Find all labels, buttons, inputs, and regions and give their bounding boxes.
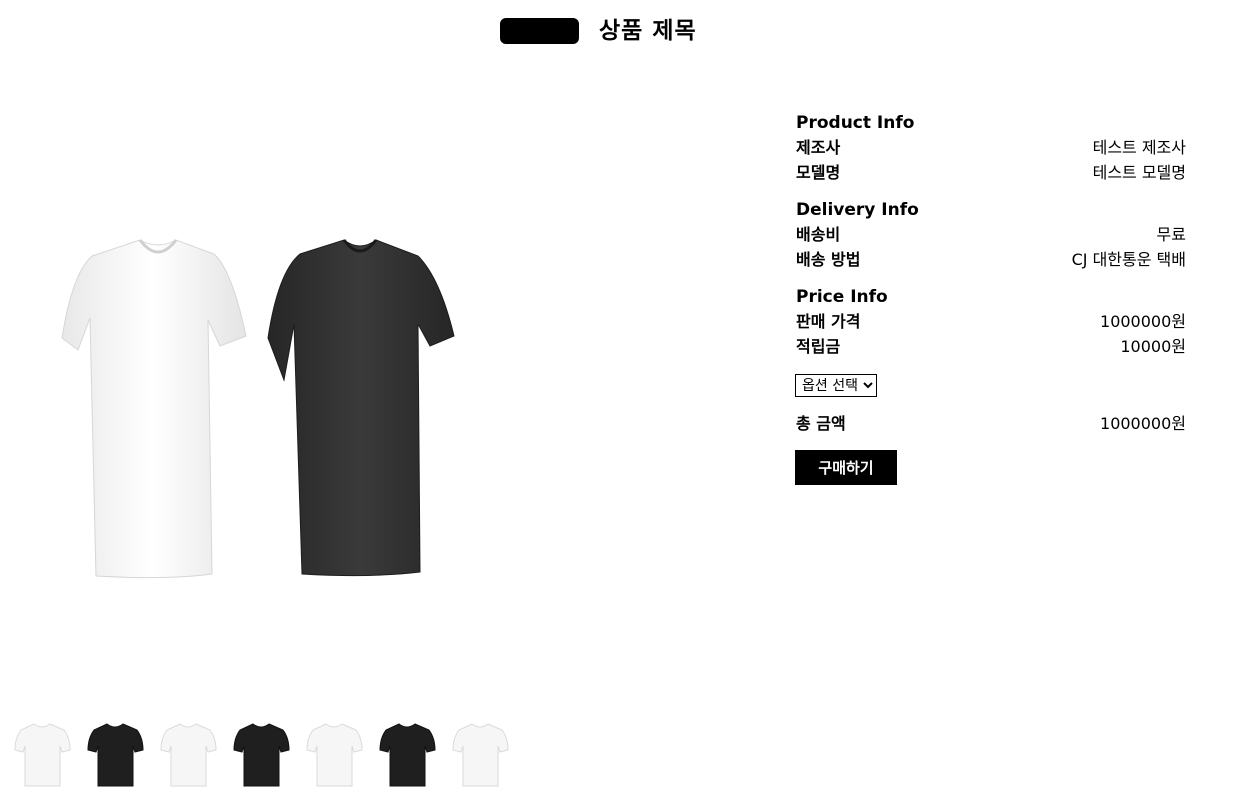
delivery-method-row: 배송 방법 CJ 대한통운 택배 — [796, 247, 1186, 272]
points-label: 적립금 — [796, 337, 841, 356]
product-info-title: Product Info — [796, 113, 915, 133]
model-label: 모델명 — [796, 163, 841, 182]
total-label: 총 금액 — [796, 414, 846, 433]
delivery-fee-row: 배송비 무료 — [796, 222, 1186, 247]
thumbnail-white-tshirt[interactable] — [160, 720, 217, 790]
header: 상품 제목 — [0, 17, 1246, 47]
manufacturer-row: 제조사 테스트 제조사 — [796, 135, 1186, 160]
tshirts-image — [61, 239, 455, 579]
thumbnail-white-tshirt[interactable] — [306, 720, 363, 790]
white-tshirt-icon — [14, 723, 71, 787]
product-info-panel: Product Info 제조사 테스트 제조사 모델명 테스트 모델명 Del… — [795, 111, 1186, 485]
price-label: 판매 가격 — [796, 312, 861, 331]
delivery-method-value: CJ 대한통운 택배 — [1071, 250, 1186, 269]
thumbnail-white-tshirt[interactable] — [14, 720, 71, 790]
thumbnail-list — [14, 720, 509, 790]
model-value: 테스트 모델명 — [1092, 163, 1186, 182]
price-row: 판매 가격 1000000원 — [796, 309, 1186, 334]
thumbnail-black-tshirt[interactable] — [379, 720, 436, 790]
white-tshirt — [61, 239, 247, 579]
thumbnail-black-tshirt[interactable] — [233, 720, 290, 790]
price-info-title: Price Info — [796, 287, 888, 307]
total-value: 1000000원 — [1100, 414, 1186, 433]
manufacturer-value: 테스트 제조사 — [1092, 138, 1186, 157]
thumbnail-black-tshirt[interactable] — [87, 720, 144, 790]
model-row: 모델명 테스트 모델명 — [796, 160, 1186, 185]
white-tshirt-icon — [160, 723, 217, 787]
buy-button[interactable]: 구매하기 — [795, 450, 897, 485]
points-row: 적립금 10000원 — [796, 334, 1186, 359]
delivery-method-label: 배송 방법 — [796, 250, 861, 269]
main-product-image — [48, 228, 468, 588]
black-tshirt-icon — [233, 723, 290, 787]
price-value: 1000000원 — [1100, 312, 1186, 331]
option-select[interactable]: 옵션 선택 — [795, 374, 877, 397]
brand-logo[interactable] — [500, 18, 579, 44]
white-tshirt-icon — [306, 723, 363, 787]
page-title: 상품 제목 — [599, 18, 697, 44]
black-tshirt — [267, 239, 455, 577]
points-value: 10000원 — [1120, 337, 1186, 356]
delivery-fee-label: 배송비 — [796, 225, 841, 244]
manufacturer-label: 제조사 — [796, 138, 841, 157]
delivery-fee-value: 무료 — [1156, 225, 1186, 244]
total-row: 총 금액 1000000원 — [796, 411, 1186, 436]
black-tshirt-icon — [87, 723, 144, 787]
white-tshirt-icon — [452, 723, 509, 787]
delivery-info-title: Delivery Info — [796, 200, 919, 220]
thumbnail-white-tshirt[interactable] — [452, 720, 509, 790]
black-tshirt-icon — [379, 723, 436, 787]
